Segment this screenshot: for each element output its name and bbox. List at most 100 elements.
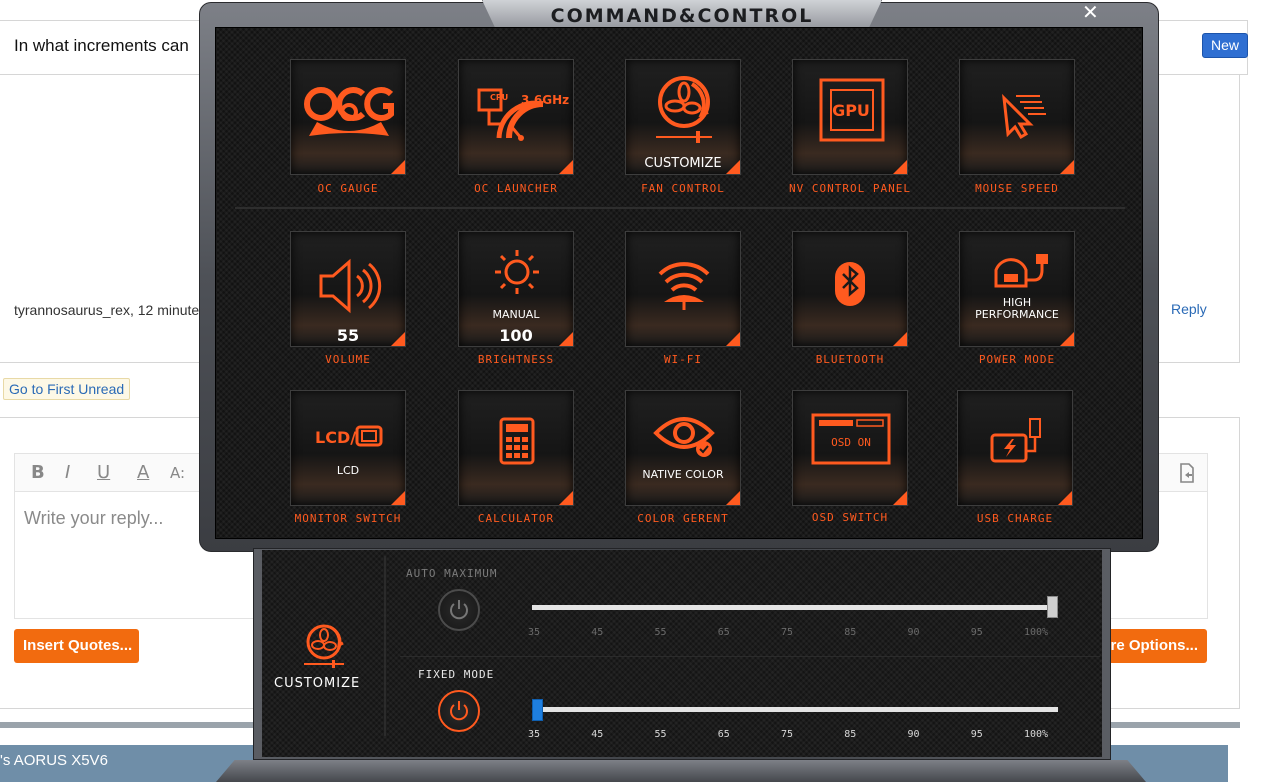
fixed-mode-label: FIXED MODE	[418, 668, 495, 681]
font-size-button[interactable]: A:	[170, 464, 185, 482]
slider-tick-label: 75	[781, 729, 794, 740]
tile-nv-control-panel[interactable]: GPU	[792, 59, 908, 175]
tile-corner	[1060, 332, 1074, 346]
tile-label-nv-control-panel: NV CONTROL PANEL	[789, 182, 911, 195]
auto-maximum-label: AUTO MAXIMUM	[406, 567, 498, 580]
tile-label-wifi: WI-FI	[663, 353, 703, 366]
tile-color-gerent[interactable]: NATIVE COLOR	[625, 390, 741, 506]
tile-corner	[559, 332, 573, 346]
tile-label-volume: VOLUME	[325, 353, 371, 366]
go-to-first-unread-button[interactable]: Go to First Unread	[3, 378, 131, 400]
font-color-button[interactable]: A	[137, 462, 149, 483]
auto-maximum-power-button[interactable]	[438, 589, 480, 631]
tile-corner	[726, 160, 740, 174]
fixed-mode-power-button[interactable]	[438, 690, 480, 732]
tile-label-mouse-speed: MOUSE SPEED	[975, 182, 1059, 195]
slider-tick-label: 65	[717, 729, 730, 740]
gpu-text: GPU	[832, 101, 870, 120]
reply-placeholder: Write your reply...	[24, 508, 164, 528]
slider-tick-label: 85	[844, 729, 857, 740]
close-icon[interactable]: ✕	[1082, 0, 1099, 24]
bold-button[interactable]: B	[31, 462, 45, 483]
footer-title: 's AORUS X5V6	[0, 752, 108, 769]
tile-osd-switch[interactable]: OSD ON	[792, 390, 908, 506]
slider-tick-label: 90	[907, 729, 920, 740]
wifi-icon	[658, 262, 710, 310]
fixed-mode-slider-thumb[interactable]	[532, 699, 543, 721]
slider-tick-label: 90	[907, 627, 920, 638]
new-badge[interactable]: New	[1202, 33, 1248, 58]
reply-link[interactable]: Reply	[1171, 301, 1207, 317]
tile-label-osd-switch: OSD SWITCH	[811, 511, 889, 524]
power-icon	[450, 701, 468, 721]
tile-bluetooth[interactable]	[792, 231, 908, 347]
slider-tick-label: 100%	[1024, 729, 1049, 740]
auto-maximum-slider[interactable]	[532, 605, 1058, 610]
tile-corner	[391, 160, 405, 174]
tile-oc-launcher[interactable]: CPU 3.6GHz	[458, 59, 574, 175]
slider-tick-label: 95	[970, 627, 983, 638]
slider-tick-label: 55	[654, 729, 667, 740]
fan-divider-horizontal	[400, 656, 1100, 657]
tile-label-usb-charge: USB CHARGE	[976, 512, 1054, 525]
usb-charge-icon	[990, 418, 1041, 463]
tile-monitor-switch[interactable]: LCD/ LCD	[290, 390, 406, 506]
power-plug-icon	[994, 254, 1048, 288]
tile-mouse-speed[interactable]	[959, 59, 1075, 175]
paste-icon[interactable]	[1177, 462, 1197, 484]
tile-label-monitor-switch: MONITOR SWITCH	[294, 512, 402, 525]
post-text: In what increments can	[14, 36, 189, 55]
tile-corner	[726, 332, 740, 346]
oc-gauge-icon	[304, 87, 394, 136]
italic-button[interactable]: I	[65, 462, 70, 483]
slider-tick-label: 85	[844, 627, 857, 638]
tile-oc-gauge[interactable]	[290, 59, 406, 175]
fan-control-body	[262, 550, 1102, 757]
ghz-text: 3.6GHz	[521, 93, 570, 107]
calculator-icon	[499, 417, 535, 465]
tile-power-mode[interactable]: HIGH PERFORMANCE	[959, 231, 1075, 347]
slider-tick-label: 35	[528, 627, 541, 638]
brightness-value: 100	[499, 326, 533, 345]
tile-corner	[559, 160, 573, 174]
tile-volume[interactable]: 55	[290, 231, 406, 347]
tile-calculator[interactable]	[458, 390, 574, 506]
power-icon	[450, 600, 468, 620]
tile-corner	[726, 491, 740, 505]
fan-customize-label: CUSTOMIZE	[274, 676, 361, 691]
eye-icon	[653, 417, 715, 457]
tile-corner	[893, 491, 907, 505]
fixed-mode-slider[interactable]	[532, 707, 1058, 712]
tile-label-brightness: BRIGHTNESS	[477, 353, 555, 366]
tile-corner	[893, 160, 907, 174]
tile-corner	[893, 332, 907, 346]
osd-text: OSD ON	[831, 436, 871, 449]
tile-label-color-gerent: COLOR GERENT	[637, 512, 729, 525]
more-options-button[interactable]: re Options...	[1096, 629, 1207, 663]
tile-brightness[interactable]: MANUAL 100	[458, 231, 574, 347]
tile-corner	[391, 491, 405, 505]
cursor-speed-icon	[1002, 93, 1046, 140]
power-mode-value: PERFORMANCE	[975, 308, 1059, 321]
auto-maximum-slider-thumb[interactable]	[1047, 596, 1058, 618]
slider-tick-label: 35	[528, 729, 541, 740]
underline-button[interactable]: U	[97, 462, 110, 483]
lcd-icon-text: LCD/	[315, 428, 357, 447]
tile-wifi[interactable]	[625, 231, 741, 347]
insert-quotes-button[interactable]: Insert Quotes...	[14, 629, 139, 663]
bluetooth-icon	[835, 262, 865, 306]
tile-usb-charge[interactable]	[957, 390, 1073, 506]
osd-icon	[811, 413, 891, 465]
window-title: COMMAND&CONTROL	[550, 5, 814, 27]
tile-corner	[1060, 160, 1074, 174]
monitor-value: LCD	[336, 464, 360, 477]
tile-fan-control[interactable]: CUSTOMIZE	[625, 59, 741, 175]
slider-tick-label: 65	[717, 627, 730, 638]
cpu-text: CPU	[490, 93, 509, 102]
tile-label-power-mode: POWER MODE	[978, 353, 1056, 366]
fan-divider-vertical	[384, 556, 386, 736]
post-author: tyrannosaurus_rex, 12 minute	[14, 302, 200, 318]
slider-tick-label: 100%	[1024, 627, 1049, 638]
grid-divider	[235, 207, 1125, 209]
tile-label-fan-control: FAN CONTROL	[641, 182, 725, 195]
